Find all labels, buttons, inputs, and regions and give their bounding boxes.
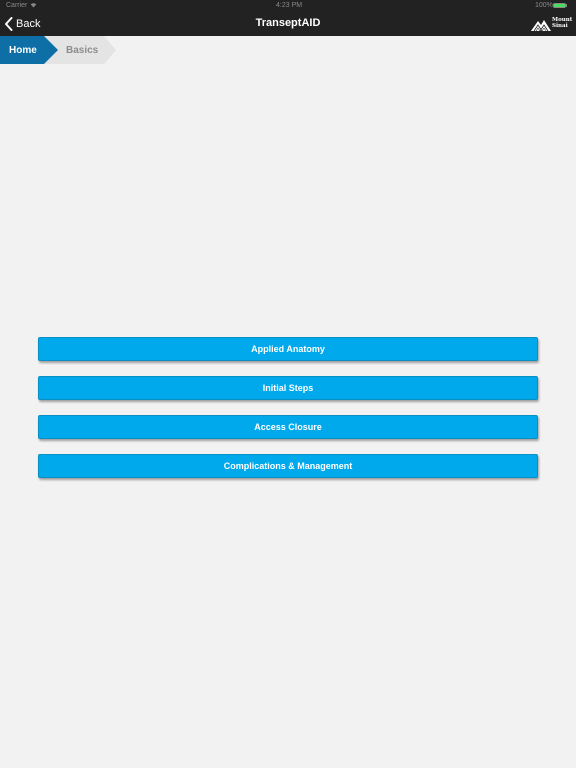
wifi-icon xyxy=(30,3,37,8)
top-bar: Carrier 4:23 PM 100% Back TranseptAID Mo… xyxy=(0,0,576,36)
status-time: 4:23 PM xyxy=(276,2,303,9)
breadcrumb-item-home[interactable]: Home xyxy=(0,36,44,64)
battery-level xyxy=(554,4,565,7)
complications-management-button[interactable]: Complications & Management xyxy=(38,454,538,478)
access-closure-button[interactable]: Access Closure xyxy=(38,415,538,439)
logo-line-2: Sinai xyxy=(552,23,568,29)
status-carrier: Carrier xyxy=(6,2,28,9)
menu-list: Applied Anatomy Initial Steps Access Clo… xyxy=(38,337,538,493)
breadcrumb: Basics Home xyxy=(0,36,576,64)
battery-cap xyxy=(566,4,567,7)
applied-anatomy-button[interactable]: Applied Anatomy xyxy=(38,337,538,361)
initial-steps-button[interactable]: Initial Steps xyxy=(38,376,538,400)
page-title: TranseptAID xyxy=(255,17,321,29)
breadcrumb-arrow-icon xyxy=(104,36,116,64)
breadcrumb-arrow-icon xyxy=(44,36,58,64)
logo-text: Mount Sinai xyxy=(552,17,572,29)
breadcrumb-label: Basics xyxy=(66,44,99,56)
status-battery-percent: 100% xyxy=(535,2,553,9)
breadcrumb-label: Home xyxy=(9,44,37,56)
